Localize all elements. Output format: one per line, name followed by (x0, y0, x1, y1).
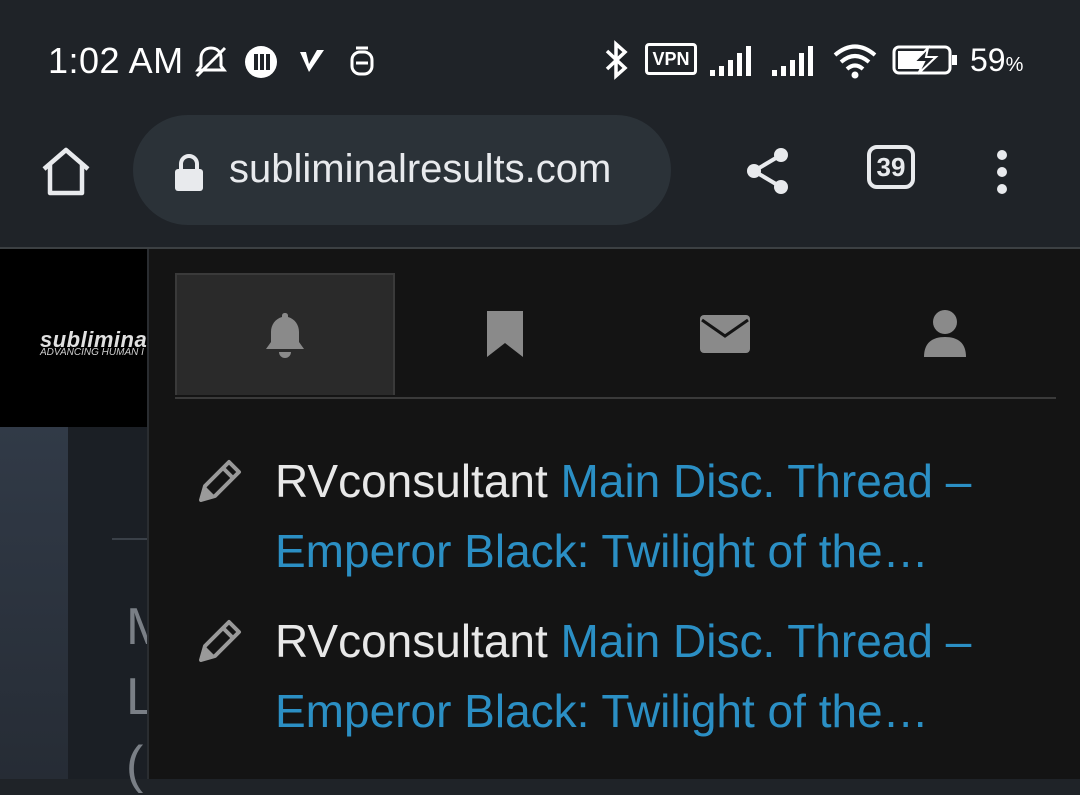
bookmark-icon (487, 311, 523, 357)
battery-percent: 59% (970, 42, 1024, 78)
site-header: subliminal ADVANCING HUMAN I (0, 249, 153, 427)
app-notification-icon (245, 46, 277, 78)
tab-conversations[interactable] (615, 273, 835, 395)
wifi-icon (833, 44, 877, 79)
dropdown-tabs (175, 273, 1056, 399)
url-text: subliminalresults.com (229, 147, 612, 191)
home-icon[interactable] (40, 145, 92, 197)
browser-toolbar: subliminalresults.com (0, 115, 1080, 247)
status-bar: 1:02 AM VPN 59% (0, 0, 1080, 120)
app-v-icon (300, 50, 324, 72)
bluetooth-icon (605, 40, 628, 80)
signal-icon (710, 46, 751, 76)
bell-icon (266, 313, 304, 358)
battery-charging-icon (892, 44, 957, 75)
signal-icon-2 (772, 46, 813, 76)
user-icon (924, 310, 966, 357)
account-dropdown: RVconsultant Main Disc. Thread – Emperor… (147, 249, 1080, 779)
more-options-icon[interactable] (990, 149, 1014, 195)
lock-icon (175, 154, 203, 191)
address-bar[interactable]: subliminalresults.com (133, 115, 671, 225)
envelope-icon (700, 315, 750, 353)
vpn-icon: VPN (645, 43, 697, 75)
site-tagline: ADVANCING HUMAN I (40, 347, 144, 358)
pencil-icon (199, 460, 241, 502)
tab-account[interactable] (835, 273, 1055, 395)
app-robot-icon (350, 46, 374, 76)
tab-switcher-button[interactable]: 39 (867, 145, 915, 189)
notification-user[interactable]: RVconsultant (275, 615, 548, 667)
notification-user[interactable]: RVconsultant (275, 455, 548, 507)
clock: 1:02 AM (48, 40, 184, 81)
pencil-icon (199, 620, 241, 662)
tab-alerts[interactable] (175, 273, 395, 395)
bell-muted-icon (195, 46, 227, 78)
page-separator (112, 538, 148, 540)
tab-bookmarks[interactable] (395, 273, 615, 395)
share-icon[interactable] (745, 147, 791, 195)
page-heading-fragment-3: ( (126, 736, 144, 794)
